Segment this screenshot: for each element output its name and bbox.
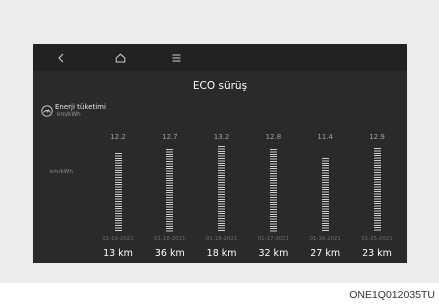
bar-date-label: 01-16-2021 — [309, 236, 341, 242]
bar-value-label: 12.2 — [110, 133, 126, 141]
bar-value-label: 11.4 — [317, 133, 333, 141]
bar — [269, 149, 277, 232]
bar-value-label: 12.7 — [162, 133, 178, 141]
bar-date-label: 01-19-2021 — [102, 236, 134, 242]
figure-frame: ECO sürüş Enerji tüketimi km/kWh km/kWh … — [0, 0, 439, 283]
bar-value-label: 12.9 — [369, 133, 385, 141]
bar-value-label: 13.2 — [213, 133, 230, 141]
bar — [373, 148, 381, 232]
bar-distance-label: 13 km — [103, 248, 133, 259]
bar-date-label: 01-18-2021 — [154, 236, 186, 242]
bar-distance-label: 23 km — [362, 248, 392, 259]
bar — [114, 153, 122, 232]
bar-distance-label: 27 km — [310, 248, 341, 259]
figure-code: ONE1Q012035TU — [349, 289, 435, 301]
bar-distance-label: 32 km — [258, 248, 289, 259]
bar-value-label: 12.8 — [265, 133, 282, 141]
bar — [166, 149, 174, 232]
bar-date-label: 01-17-2021 — [257, 236, 290, 242]
bar — [321, 158, 329, 232]
bar-date-label: 01-15-2021 — [361, 236, 393, 242]
bar-distance-label: 18 km — [206, 248, 237, 259]
bar — [218, 146, 226, 232]
bar-date-label: 01-18-2021 — [205, 236, 238, 242]
chart-area: 12.2 01-19-2021 13 km 12.7 01-18-2021 36 km 13… — [33, 44, 407, 263]
bar-distance-label: 36 km — [154, 248, 185, 259]
infotainment-screen: ECO sürüş Enerji tüketimi km/kWh km/kWh … — [33, 44, 407, 263]
